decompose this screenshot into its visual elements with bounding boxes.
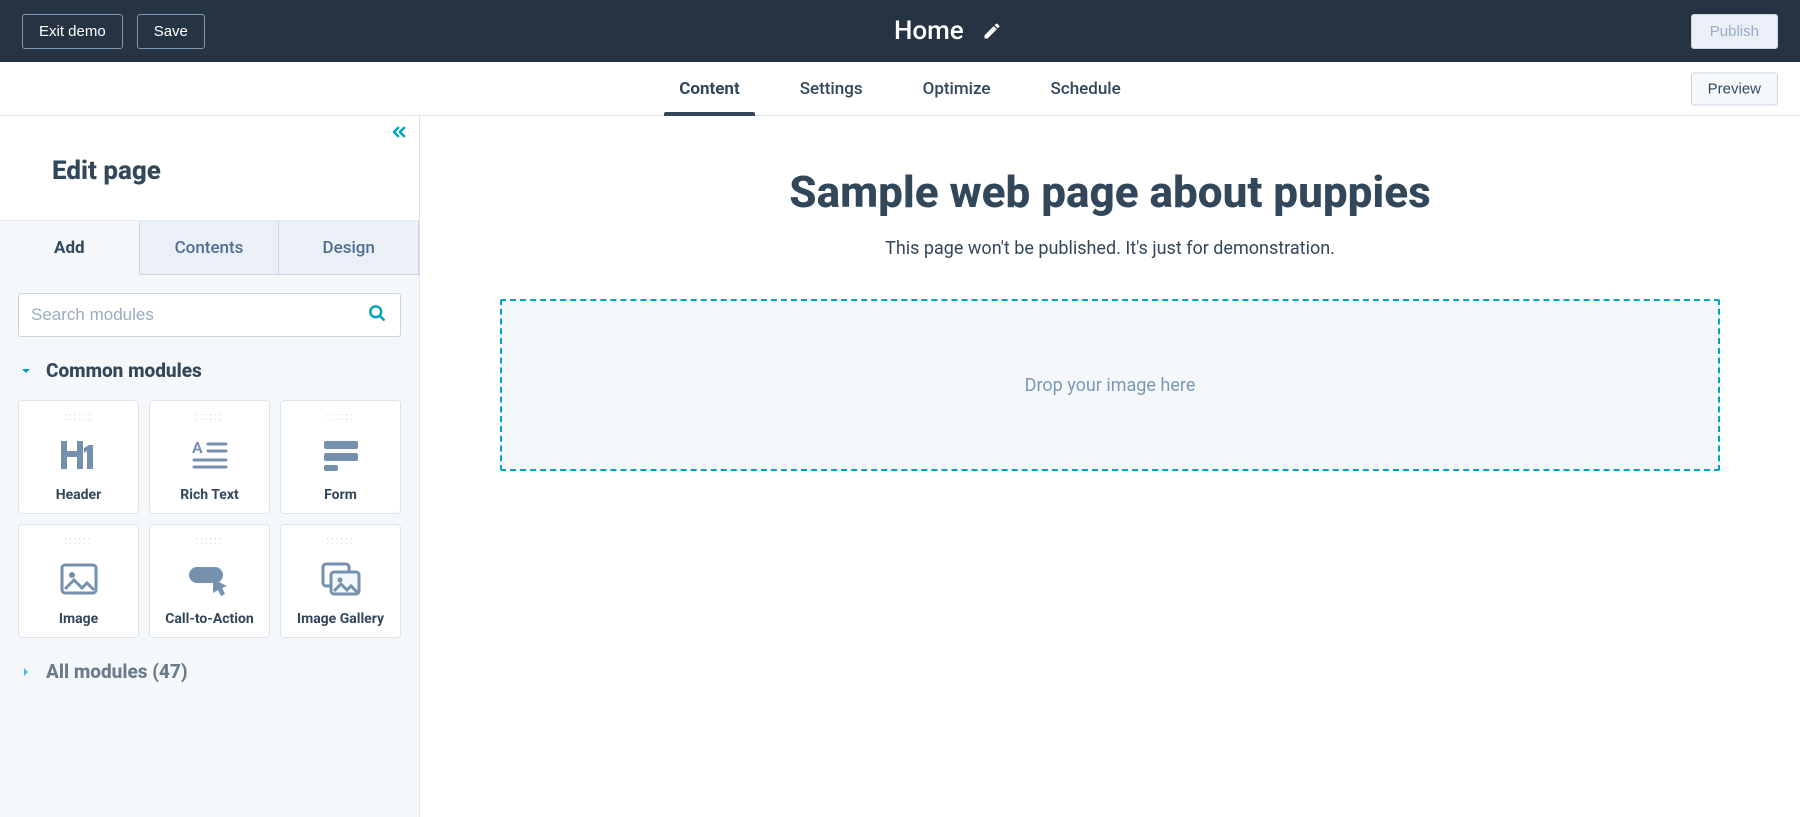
section-title: All modules (47) xyxy=(46,660,188,683)
publish-button[interactable]: Publish xyxy=(1691,14,1778,49)
tab-optimize[interactable]: Optimize xyxy=(923,62,991,115)
module-image[interactable]: :::::: Image xyxy=(18,524,139,638)
page-title: Home xyxy=(894,16,964,46)
h1-icon xyxy=(55,435,103,475)
exit-demo-button[interactable]: Exit demo xyxy=(22,14,123,49)
grip-icon: :::::: xyxy=(65,535,93,546)
section-title: Common modules xyxy=(46,359,202,382)
caret-right-icon xyxy=(18,664,34,680)
grip-icon: :::::: xyxy=(65,411,93,422)
module-grid: :::::: Header :::::: A Rich Text :::::: xyxy=(18,400,401,638)
cta-icon xyxy=(186,559,234,599)
dropzone-label: Drop your image here xyxy=(1025,375,1196,396)
pencil-icon[interactable] xyxy=(982,21,1002,41)
module-header[interactable]: :::::: Header xyxy=(18,400,139,514)
workspace: Edit page Add Contents Design Common mod… xyxy=(0,116,1800,817)
save-button[interactable]: Save xyxy=(137,14,205,49)
sidebar-title: Edit page xyxy=(52,156,367,186)
richtext-icon: A xyxy=(186,435,234,475)
module-label: Call-to-Action xyxy=(165,611,253,627)
module-label: Header xyxy=(56,487,102,503)
module-label: Image xyxy=(59,611,98,627)
module-label: Form xyxy=(324,487,357,503)
tab-schedule[interactable]: Schedule xyxy=(1051,62,1121,115)
canvas-title: Sample web page about puppies xyxy=(500,166,1720,218)
image-dropzone[interactable]: Drop your image here xyxy=(500,299,1720,471)
form-icon xyxy=(317,435,365,475)
caret-down-icon xyxy=(18,363,34,379)
module-image-gallery[interactable]: :::::: Image Gallery xyxy=(280,524,401,638)
svg-text:A: A xyxy=(192,439,203,457)
tab-settings[interactable]: Settings xyxy=(800,62,863,115)
canvas: Sample web page about puppies This page … xyxy=(420,116,1800,817)
sidebar-tab-design[interactable]: Design xyxy=(279,221,419,275)
grip-icon: :::::: xyxy=(196,411,224,422)
grip-icon: :::::: xyxy=(327,535,355,546)
module-form[interactable]: :::::: Form xyxy=(280,400,401,514)
sidebar-body: Common modules :::::: Header :::::: A Ri… xyxy=(0,275,419,719)
sidebar-tab-contents[interactable]: Contents xyxy=(140,221,280,275)
grip-icon: :::::: xyxy=(327,411,355,422)
sidebar-tab-add[interactable]: Add xyxy=(0,221,140,275)
grip-icon: :::::: xyxy=(196,535,224,546)
image-icon xyxy=(55,559,103,599)
sidebar-tabs: Add Contents Design xyxy=(0,221,419,275)
module-label: Rich Text xyxy=(180,487,238,503)
topbar: Exit demo Save Home Publish xyxy=(0,0,1800,62)
sidebar: Edit page Add Contents Design Common mod… xyxy=(0,116,420,817)
module-label: Image Gallery xyxy=(297,611,384,627)
module-cta[interactable]: :::::: Call-to-Action xyxy=(149,524,270,638)
sidebar-header: Edit page xyxy=(0,116,419,221)
tab-content[interactable]: Content xyxy=(679,62,739,115)
subnav: Content Settings Optimize Schedule Previ… xyxy=(0,62,1800,116)
all-modules-section[interactable]: All modules (47) xyxy=(18,660,401,683)
search-input[interactable] xyxy=(18,293,401,337)
module-rich-text[interactable]: :::::: A Rich Text xyxy=(149,400,270,514)
canvas-subtitle: This page won't be published. It's just … xyxy=(500,238,1720,259)
search-icon[interactable] xyxy=(367,303,387,327)
preview-button[interactable]: Preview xyxy=(1691,72,1778,105)
common-modules-section[interactable]: Common modules xyxy=(18,359,401,382)
gallery-icon xyxy=(317,559,365,599)
collapse-sidebar-icon[interactable] xyxy=(389,122,409,146)
